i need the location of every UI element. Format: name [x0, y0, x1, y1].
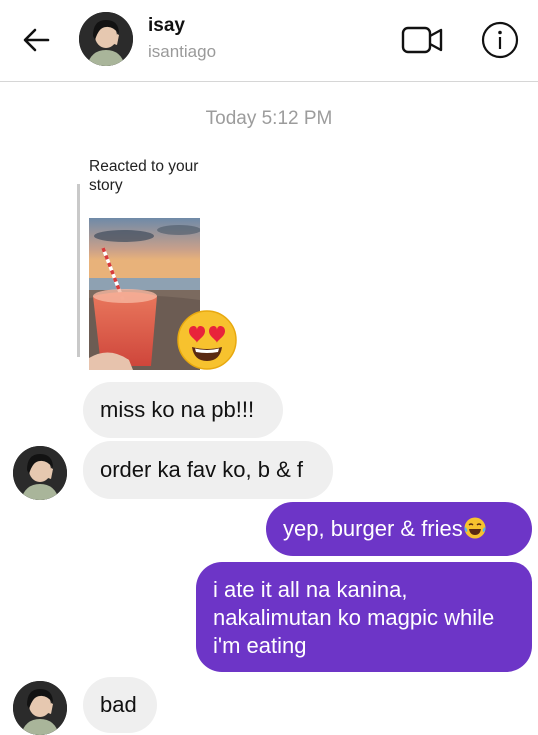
contact-username: isantiago	[148, 42, 217, 61]
laughing-tears-emoji-icon	[464, 517, 486, 539]
incoming-message-bubble[interactable]: miss ko na pb!!!	[83, 382, 283, 438]
profile-photo	[13, 446, 67, 500]
video-call-icon[interactable]	[400, 22, 444, 58]
back-arrow-icon[interactable]	[20, 26, 52, 54]
outgoing-message-bubble[interactable]: yep, burger & fries	[266, 502, 532, 556]
incoming-message-bubble[interactable]: order ka fav ko, b & f	[83, 441, 333, 499]
message-timestamp: Today 5:12 PM	[205, 108, 333, 129]
info-icon[interactable]	[480, 20, 520, 60]
profile-photo	[13, 681, 67, 735]
heart-eyes-emoji-icon	[177, 310, 237, 370]
avatar[interactable]	[13, 681, 67, 735]
story-quote-line	[77, 184, 80, 357]
story-reaction-label: Reacted to your story	[89, 158, 199, 194]
outgoing-message-bubble[interactable]: i ate it all na kanina, nakalimutan ko m…	[196, 562, 532, 672]
message-text: yep, burger & fries	[283, 516, 463, 541]
chat-header: isay isantiago	[0, 0, 538, 82]
avatar[interactable]	[79, 12, 133, 66]
profile-photo	[79, 12, 133, 66]
incoming-message-bubble[interactable]: bad	[83, 677, 157, 733]
contact-name[interactable]: isay	[148, 15, 185, 37]
avatar[interactable]	[13, 446, 67, 500]
